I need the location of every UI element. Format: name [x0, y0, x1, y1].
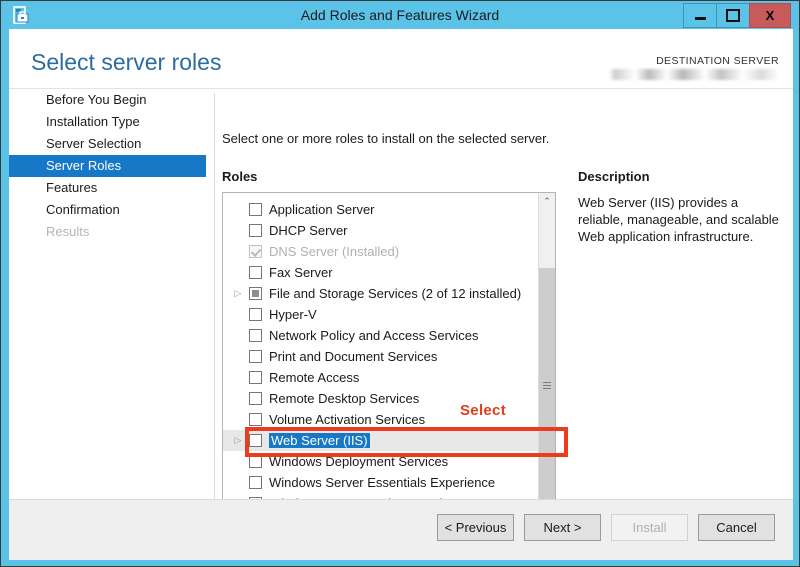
role-label: Web Server (IIS) [269, 433, 370, 448]
role-row[interactable]: Hyper-V [223, 304, 538, 325]
role-label: File and Storage Services (2 of 12 insta… [269, 286, 522, 301]
role-label: DHCP Server [269, 223, 348, 238]
destination-server-label: DESTINATION SERVER [656, 55, 779, 67]
role-checkbox[interactable] [249, 350, 262, 363]
maximize-icon [726, 9, 740, 22]
cancel-button[interactable]: Cancel [698, 514, 775, 541]
role-row[interactable]: Fax Server [223, 262, 538, 283]
expand-arrow-icon[interactable]: ▷ [231, 283, 245, 304]
role-checkbox[interactable] [249, 434, 262, 447]
role-checkbox[interactable] [249, 455, 262, 468]
next-button[interactable]: Next > [524, 514, 601, 541]
role-row[interactable]: DHCP Server [223, 220, 538, 241]
role-label: Hyper-V [269, 307, 317, 322]
maximize-button[interactable] [716, 3, 750, 28]
title-bar: Add Roles and Features Wizard X [1, 1, 799, 29]
role-label: Windows Server Essentials Experience [269, 475, 496, 490]
role-row[interactable]: ▷ File and Storage Services (2 of 12 inst… [223, 283, 538, 304]
role-label: Volume Activation Services [269, 412, 426, 427]
role-row[interactable]: Print and Document Services [223, 346, 538, 367]
roles-listbox[interactable]: Application Server DHCP Server DNS Server … [222, 192, 556, 522]
role-checkbox[interactable] [249, 287, 262, 300]
role-label: Network Policy and Access Services [269, 328, 479, 343]
nav-item-results: Results [46, 224, 90, 239]
role-checkbox[interactable] [249, 308, 262, 321]
role-checkbox[interactable] [249, 413, 262, 426]
roles-list: Application Server DHCP Server DNS Server … [223, 193, 538, 521]
install-button: Install [611, 514, 688, 541]
window-title: Add Roles and Features Wizard [300, 7, 500, 23]
nav-item-installation-type[interactable]: Installation Type [9, 111, 206, 133]
instruction-text: Select one or more roles to install on t… [222, 131, 550, 146]
page-title: Select server roles [31, 49, 222, 75]
role-checkbox[interactable] [249, 266, 262, 279]
role-row[interactable]: Remote Access [223, 367, 538, 388]
description-label: Description [578, 169, 650, 184]
close-button[interactable]: X [749, 3, 791, 28]
role-label: Windows Deployment Services [269, 454, 449, 469]
role-label: Remote Desktop Services [269, 391, 420, 406]
role-checkbox[interactable] [249, 224, 262, 237]
role-checkbox[interactable] [249, 476, 262, 489]
role-checkbox [249, 245, 262, 258]
role-checkbox[interactable] [249, 329, 262, 342]
roles-label: Roles [222, 169, 258, 184]
wizard-window: Add Roles and Features Wizard X Select s… [0, 0, 800, 567]
minimize-icon [694, 17, 706, 20]
role-label: Application Server [269, 202, 375, 217]
role-label: Fax Server [269, 265, 333, 280]
role-checkbox[interactable] [249, 203, 262, 216]
footer-buttons: < Previous Next > Install Cancel [437, 514, 775, 541]
role-label: DNS Server (Installed) [269, 244, 400, 259]
wizard-panel: Select server roles DESTINATION SERVER B… [9, 29, 793, 560]
nav-item-before-you-begin[interactable]: Before You Begin [9, 89, 206, 111]
role-label: Remote Access [269, 370, 360, 385]
scrollbar-grip-icon [543, 381, 551, 390]
previous-button[interactable]: < Previous [437, 514, 514, 541]
role-label: Print and Document Services [269, 349, 438, 364]
nav-item-confirmation[interactable]: Confirmation [9, 199, 206, 221]
role-row[interactable]: ▷ Web Server (IIS) [223, 430, 538, 451]
role-checkbox[interactable] [249, 371, 262, 384]
page-header: Select server roles DESTINATION SERVER [9, 29, 793, 89]
destination-server-value [609, 69, 779, 80]
content-area: Select one or more roles to install on t… [215, 89, 793, 524]
roles-scrollbar[interactable]: ⌃ ⌄ [538, 193, 555, 521]
role-row[interactable]: DNS Server (Installed) [223, 241, 538, 262]
role-row[interactable]: Network Policy and Access Services [223, 325, 538, 346]
role-checkbox[interactable] [249, 392, 262, 405]
scroll-up-icon[interactable]: ⌃ [539, 193, 555, 210]
expand-arrow-icon[interactable]: ▷ [231, 430, 245, 451]
nav-item-server-selection[interactable]: Server Selection [9, 133, 206, 155]
nav-item-server-roles[interactable]: Server Roles [9, 155, 206, 177]
description-text: Web Server (IIS) provides a reliable, ma… [578, 195, 779, 244]
wizard-footer: < Previous Next > Install Cancel [9, 499, 793, 560]
scrollbar-thumb[interactable] [539, 268, 555, 503]
role-row[interactable]: Application Server [223, 199, 538, 220]
annotation-label: Select [460, 402, 506, 419]
window-controls: X [683, 3, 791, 28]
minimize-button[interactable] [683, 3, 717, 28]
wizard-steps-nav: Before You Begin Installation Type Server … [9, 89, 206, 524]
role-row[interactable]: Windows Server Essentials Experience [223, 472, 538, 493]
role-row[interactable]: Windows Deployment Services [223, 451, 538, 472]
nav-item-features[interactable]: Features [9, 177, 206, 199]
